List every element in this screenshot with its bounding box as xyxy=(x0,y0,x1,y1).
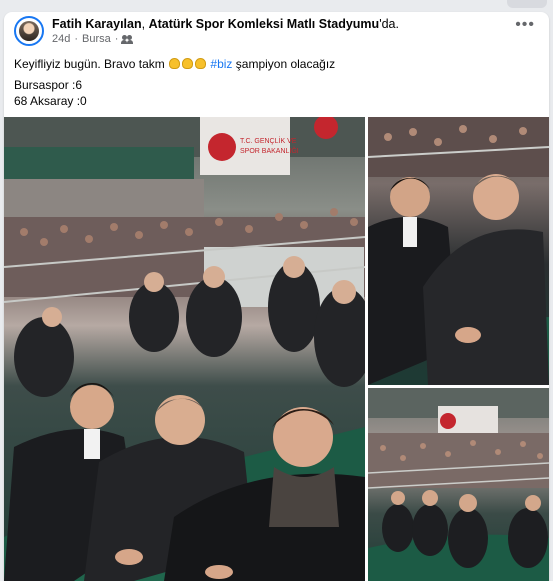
post-place: Bursa xyxy=(82,33,111,45)
author-name[interactable]: Fatih Karayılan xyxy=(52,17,142,31)
post-text-before: Keyifliyiz bugün. Bravo takm xyxy=(14,57,169,71)
post-time[interactable]: 24d xyxy=(52,33,70,45)
banner-line-2: SPOR BAKANLIĞI xyxy=(240,146,299,155)
photo-bottom-right[interactable] xyxy=(368,388,549,581)
score-line-1: Bursaspor :6 xyxy=(14,78,83,92)
post-header: Fatih Karayılan, Atatürk Spor Komleksi M… xyxy=(52,17,399,31)
banner-line-1: T.C. GENÇLİK VE xyxy=(240,136,297,145)
location-suffix: 'da. xyxy=(379,17,399,31)
author-avatar[interactable] xyxy=(14,16,44,46)
photo-grid: T.C. GENÇLİK VE SPOR BAKANLIĞI xyxy=(4,117,549,581)
more-options-icon[interactable]: ••• xyxy=(515,17,535,33)
friends-icon xyxy=(121,34,134,44)
post-text-after: şampiyon olacağız xyxy=(232,57,336,71)
post-text: Keyifliyiz bugün. Bravo takm #biz şampiy… xyxy=(14,57,335,71)
score-line-2: 68 Aksaray :0 xyxy=(14,94,87,108)
location-link[interactable]: Atatürk Spor Komleksi Matlı Stadyumu xyxy=(149,17,380,31)
header-separator: , xyxy=(141,17,149,31)
top-tab xyxy=(507,0,547,8)
photo-main[interactable]: T.C. GENÇLİK VE SPOR BAKANLIĞI xyxy=(4,117,365,581)
meta-dot-2: · xyxy=(114,33,119,45)
meta-dot: · xyxy=(74,33,79,45)
post-meta: 24d · Bursa · xyxy=(52,33,134,45)
hashtag-link[interactable]: #biz xyxy=(210,57,232,71)
post-card: Fatih Karayılan, Atatürk Spor Komleksi M… xyxy=(4,12,549,581)
photo-top-right[interactable] xyxy=(368,117,549,385)
clapping-hands-emoji xyxy=(168,57,207,71)
